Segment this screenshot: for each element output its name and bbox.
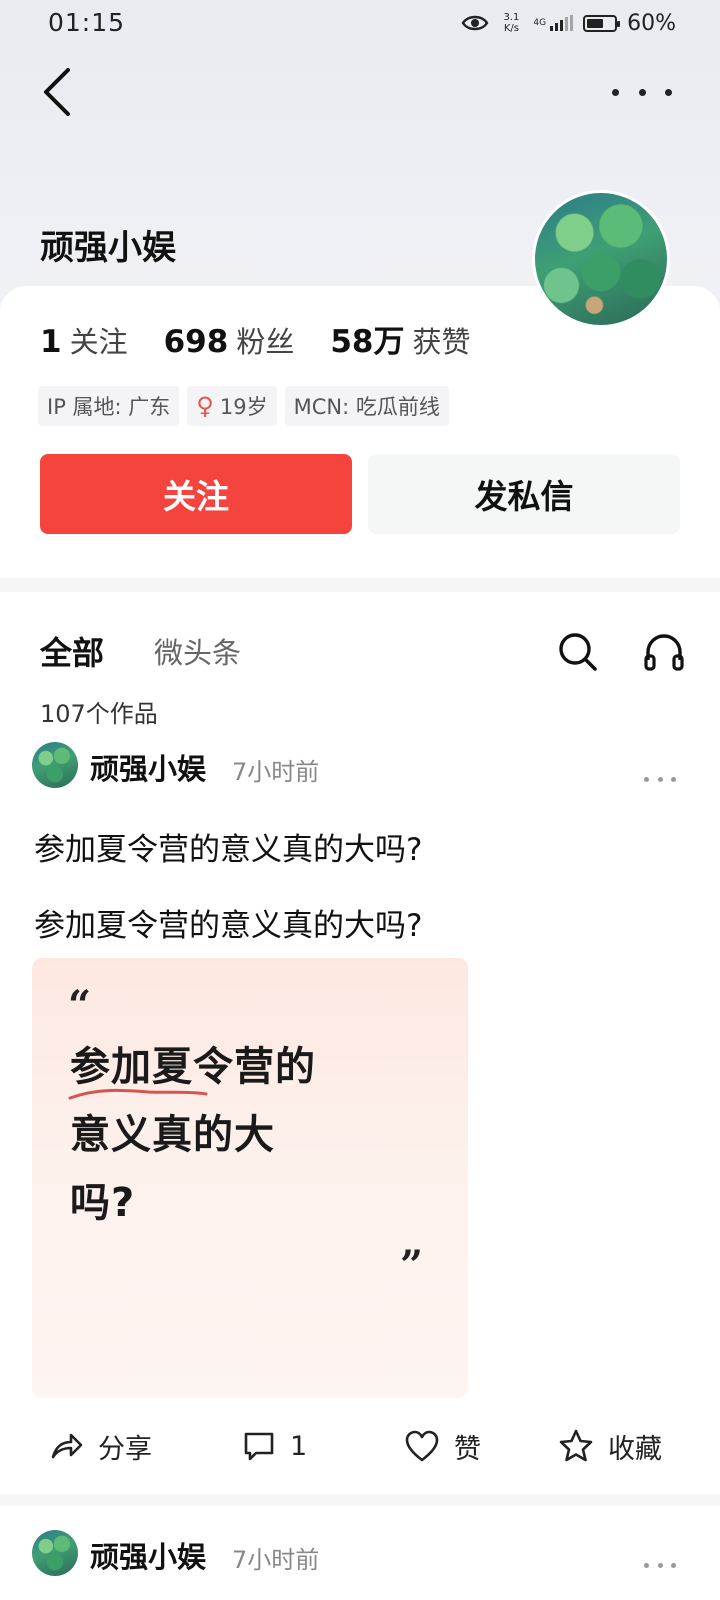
following-stat[interactable]: 1 关注 xyxy=(40,319,128,361)
network-speed: 3.1 K/s xyxy=(499,12,523,34)
mcn-tag[interactable]: MCN: 吃瓜前线 xyxy=(284,386,449,426)
post-title-truncated xyxy=(34,1588,324,1600)
more-options-button[interactable] xyxy=(612,80,672,104)
post-author-name[interactable]: 顽强小娱 xyxy=(90,1534,206,1576)
female-icon: ♀ xyxy=(196,392,214,420)
age-text: 19岁 xyxy=(219,395,268,419)
eye-icon xyxy=(461,15,489,31)
tab-micro-headlines[interactable]: 微头条 xyxy=(154,630,241,672)
search-icon xyxy=(559,633,597,671)
headphones-icon xyxy=(644,634,684,671)
following-label: 关注 xyxy=(69,325,128,359)
post-more-button[interactable] xyxy=(644,1560,676,1570)
works-count: 107个作品 xyxy=(40,700,158,728)
post-title[interactable]: 参加夏令营的意义真的大吗? xyxy=(34,824,422,869)
like-button[interactable]: 赞 xyxy=(404,1424,481,1468)
post-body[interactable]: 参加夏令营的意义真的大吗? xyxy=(34,900,422,945)
post-time: 7小时前 xyxy=(232,1546,320,1574)
more-horizontal-icon xyxy=(644,1562,649,1568)
network-speed-value: 3.1 xyxy=(503,12,520,23)
profile-avatar[interactable] xyxy=(532,190,670,328)
post-author-name[interactable]: 顽强小娱 xyxy=(90,746,206,788)
quote-open-mark: “ xyxy=(68,982,92,1029)
post-author-avatar[interactable] xyxy=(32,1530,78,1576)
quote-close-mark: ” xyxy=(400,1242,424,1289)
post-more-button[interactable] xyxy=(644,774,676,784)
network-type: 4G xyxy=(533,18,547,28)
signal-strength-icon xyxy=(550,15,574,31)
comment-icon xyxy=(244,1432,274,1461)
favorite-button[interactable]: 收藏 xyxy=(558,1424,662,1468)
fans-label: 粉丝 xyxy=(236,325,295,359)
more-horizontal-icon xyxy=(644,776,649,782)
share-button[interactable]: 分享 xyxy=(50,1424,152,1468)
post-time: 7小时前 xyxy=(232,758,320,786)
fans-stat[interactable]: 698 粉丝 xyxy=(164,319,295,361)
quote-line-3: 吗? xyxy=(70,1180,136,1226)
post-quote-card[interactable]: “ 参加夏令营的 意义真的大 吗? ” xyxy=(32,958,468,1398)
ip-location-text: IP 属地: 广东 xyxy=(47,395,171,419)
battery-percent: 60% xyxy=(627,10,676,36)
following-count: 1 xyxy=(40,324,62,360)
message-button[interactable]: 发私信 xyxy=(368,454,680,534)
status-time: 01:15 xyxy=(48,8,126,37)
comment-button[interactable]: 1 xyxy=(242,1424,307,1468)
gender-age-tag: ♀ 19岁 xyxy=(187,386,277,426)
search-button[interactable] xyxy=(556,630,600,674)
post-divider xyxy=(0,1494,720,1506)
profile-stats: 1 关注 698 粉丝 58万 获赞 xyxy=(40,316,470,361)
profile-name: 顽强小娱 xyxy=(40,228,176,268)
fans-count: 698 xyxy=(163,324,229,360)
chevron-left-icon xyxy=(44,68,70,116)
network-speed-unit: K/s xyxy=(503,23,519,34)
status-icons: 3.1 K/s 4G 60% xyxy=(461,8,676,38)
share-icon xyxy=(51,1433,83,1459)
post-author-avatar[interactable] xyxy=(32,742,78,788)
like-label: 赞 xyxy=(454,1433,481,1465)
share-label: 分享 xyxy=(98,1433,152,1465)
likes-stat[interactable]: 58万 获赞 xyxy=(330,316,470,361)
section-divider xyxy=(0,578,720,592)
profile-card: 1 关注 698 粉丝 58万 获赞 IP 属地: 广东 ♀ 19岁 MCN: 吃… xyxy=(0,286,720,576)
profile-tags: IP 属地: 广东 ♀ 19岁 MCN: 吃瓜前线 xyxy=(38,386,449,426)
mcn-text: MCN: 吃瓜前线 xyxy=(293,395,440,419)
likes-count: 58万 xyxy=(330,324,405,360)
more-horizontal-icon xyxy=(612,88,619,96)
heart-icon xyxy=(405,1430,439,1462)
back-button[interactable] xyxy=(38,64,78,120)
comment-count: 1 xyxy=(290,1430,308,1462)
battery-icon xyxy=(583,14,621,32)
tab-all[interactable]: 全部 xyxy=(40,628,104,674)
quote-line-2: 意义真的大 xyxy=(70,1112,275,1158)
star-icon xyxy=(559,1429,593,1462)
likes-label: 获赞 xyxy=(412,325,471,359)
status-bar: 01:15 3.1 K/s 4G 60% xyxy=(0,0,720,46)
favorite-label: 收藏 xyxy=(608,1433,662,1465)
ip-location-tag: IP 属地: 广东 xyxy=(38,386,180,426)
listen-button[interactable] xyxy=(642,630,686,674)
quote-line-1: 参加夏令营的 xyxy=(70,1044,316,1090)
follow-button[interactable]: 关注 xyxy=(40,454,352,534)
